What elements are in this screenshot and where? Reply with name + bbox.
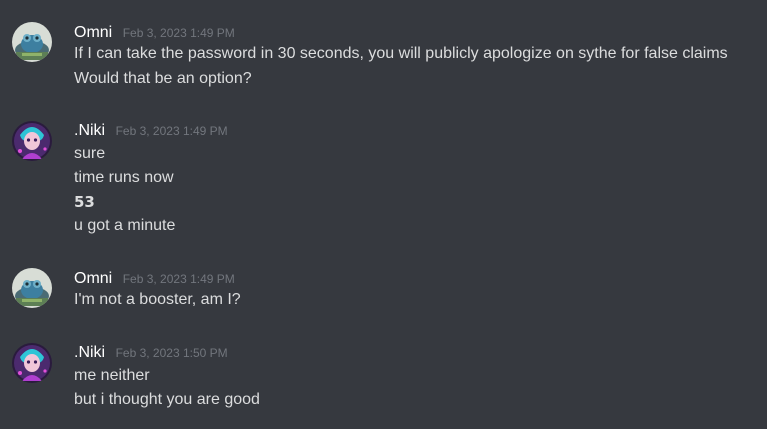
message-text: Would that be an option? [74, 70, 252, 87]
message-header: Omni Feb 3, 2023 1:49 PM [74, 24, 235, 44]
omni-avatar-icon[interactable] [12, 268, 52, 308]
message-text: 53 [74, 193, 95, 211]
message-header: Omni Feb 3, 2023 1:49 PM [74, 270, 235, 290]
message-text: I'm not a booster, am I? [74, 291, 241, 308]
username[interactable]: .Niki [74, 344, 105, 362]
omni-avatar-icon[interactable] [12, 22, 52, 62]
message-text: sure [74, 145, 106, 162]
timestamp: Feb 3, 2023 1:49 PM [122, 26, 235, 40]
niki-avatar-icon[interactable] [12, 121, 52, 161]
username[interactable]: Omni [74, 24, 112, 42]
message-text: If I can take the password in 30 seconds… [74, 45, 728, 62]
username[interactable]: Omni [74, 270, 112, 288]
username[interactable]: .Niki [74, 122, 105, 140]
timestamp: Feb 3, 2023 1:50 PM [115, 346, 228, 360]
message-text: u got a minute [74, 217, 176, 234]
niki-avatar-icon[interactable] [12, 343, 52, 383]
message-header: .Niki Feb 3, 2023 1:49 PM [74, 122, 228, 142]
message-text: me neither [74, 367, 150, 384]
message-text: but i thought you are good [74, 391, 260, 408]
timestamp: Feb 3, 2023 1:49 PM [122, 272, 235, 286]
message-header: .Niki Feb 3, 2023 1:50 PM [74, 344, 228, 364]
timestamp: Feb 3, 2023 1:49 PM [115, 124, 228, 138]
chat-log: Omni Feb 3, 2023 1:49 PM If I can take t… [0, 0, 767, 429]
message-text: time runs now [74, 169, 174, 186]
